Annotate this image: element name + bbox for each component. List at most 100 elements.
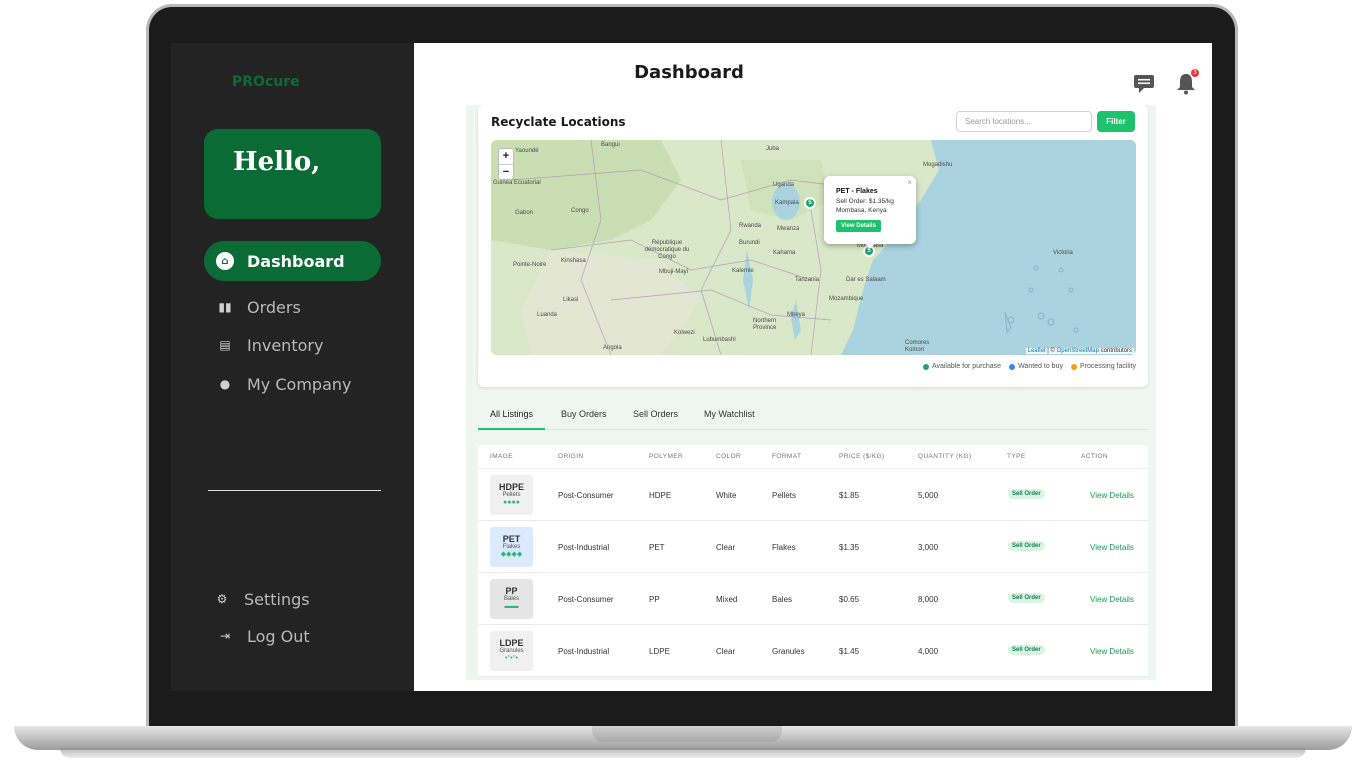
tab-my-watchlist[interactable]: My Watchlist [692, 407, 767, 430]
thumb-polymer: PET [502, 534, 521, 544]
column-header: FORMAT [772, 453, 802, 460]
bar-chart-icon: ▮▮ [218, 300, 232, 314]
search-locations-input[interactable] [956, 111, 1092, 132]
table-row[interactable]: PP Bales ▬▬ Post-Consumer PP Mixed Bales… [478, 573, 1148, 625]
laptop-notch [592, 726, 782, 742]
map-label: Burundi [739, 240, 760, 246]
map-zoom-control: + − [498, 148, 514, 180]
cell-format: Pellets [772, 491, 797, 500]
sidebar-item-label: Log Out [247, 626, 310, 646]
document-icon: ▤ [219, 338, 231, 352]
cell-polymer: LDPE [649, 647, 670, 656]
sidebar-item-orders[interactable]: ▮▮ Orders [204, 287, 381, 327]
cell-quantity: 4,000 [918, 647, 939, 656]
map-label: Mwanza [777, 226, 800, 232]
notification-badge: 3 [1191, 69, 1199, 77]
sidebar-item-label: Settings [244, 589, 310, 609]
popup-view-details-button[interactable]: View Details [836, 220, 881, 232]
popup-location-line: Mombasa, Kenya [836, 207, 887, 214]
legend-label: Wanted to buy [1018, 363, 1063, 370]
popup-order-line: Sell Order: $1.35/kg [836, 198, 894, 205]
notification-bell-icon[interactable]: 3 [1174, 69, 1199, 96]
sidebar-item-label: Inventory [247, 335, 324, 355]
legend-item-processing: Processing facility [1070, 363, 1136, 370]
map-label: Mogadishu [923, 162, 953, 168]
column-header: ACTION [1081, 453, 1108, 460]
popup-close-icon[interactable]: × [907, 178, 912, 187]
laptop-shadow [60, 748, 1306, 758]
column-header: TYPE [1007, 453, 1026, 460]
map-label: Congo [571, 208, 589, 214]
tab-sell-orders[interactable]: Sell Orders [621, 407, 690, 430]
map-label: Comores Komori [905, 340, 930, 353]
popup-title: PET - Flakes [836, 188, 878, 195]
sidebar-divider [208, 490, 381, 491]
column-header: COLOR [716, 453, 742, 460]
cell-format: Bales [772, 595, 793, 604]
recyclate-map[interactable]: + − Bangui Juba Mogadishu Uganda Kampala… [491, 140, 1136, 355]
sidebar-item-logout[interactable]: ⇥ Log Out [204, 616, 381, 656]
listing-thumbnail: LDPE Granules •°•°• [490, 631, 533, 671]
filter-button[interactable]: Filter [1097, 111, 1135, 132]
listing-thumbnail: PET Flakes ◆◆◆◆ [490, 527, 533, 567]
view-details-link[interactable]: View Details [1090, 543, 1134, 552]
map-label: Kalemie [732, 268, 754, 274]
view-details-link[interactable]: View Details [1090, 491, 1134, 500]
cell-origin: Post-Industrial [558, 647, 610, 656]
tab-buy-orders[interactable]: Buy Orders [549, 407, 619, 430]
view-details-link[interactable]: View Details [1090, 595, 1134, 604]
cell-price: $1.35 [839, 543, 860, 552]
map-label: Mbeya [787, 312, 806, 318]
map-marker[interactable]: 5 [804, 197, 816, 209]
map-label: Mozambique [829, 296, 864, 302]
sidebar-item-label: Orders [247, 297, 301, 317]
map-label: Kinshasa [561, 258, 586, 264]
thumb-polymer: HDPE [498, 482, 524, 492]
legend-label: Processing facility [1079, 363, 1136, 370]
map-label: Bangui [601, 142, 620, 148]
map-section-title: Recyclate Locations [491, 115, 626, 129]
map-label: Victoria [1053, 250, 1073, 256]
cell-origin: Post-Industrial [558, 543, 610, 552]
table-row[interactable]: LDPE Granules •°•°• Post-Industrial LDPE… [478, 625, 1148, 677]
cell-color: Clear [716, 647, 736, 656]
map-label: Kahama [773, 250, 796, 256]
sidebar-item-dashboard[interactable]: ⌂ Dashboard [204, 241, 381, 281]
thumb-marks: ◆◆◆◆ [500, 551, 523, 558]
map-label: Lubumbashi [703, 337, 736, 343]
type-badge: Sell Order [1008, 593, 1045, 603]
table-row[interactable]: PET Flakes ◆◆◆◆ Post-Industrial PET Clea… [478, 521, 1148, 573]
map-attribution: Leaflet | © OpenStreetMap contributors [1025, 348, 1134, 354]
popup-tip [865, 243, 875, 249]
column-header: ORIGIN [558, 453, 584, 460]
legend-dot [1009, 363, 1016, 370]
leaflet-link[interactable]: Leaflet [1028, 348, 1046, 354]
zoom-in-button[interactable]: + [499, 149, 513, 164]
table-row[interactable]: HDPE Pellets ●●●● Post-Consumer HDPE Whi… [478, 469, 1148, 521]
app-screen: PROcure Hello, ⌂ Dashboard ▮▮ Orders ▤ I… [171, 43, 1212, 691]
cell-format: Flakes [772, 543, 796, 552]
thumb-marks: •°•°• [505, 655, 518, 662]
message-icon[interactable] [1132, 72, 1156, 96]
attribution-suffix: contributors [1098, 348, 1132, 354]
sidebar-item-my-company[interactable]: ● My Company [204, 364, 381, 404]
zoom-out-button[interactable]: − [499, 164, 513, 179]
map-label: Gabon [515, 210, 534, 216]
osm-link[interactable]: OpenStreetMap [1057, 348, 1099, 354]
cell-polymer: PP [649, 595, 660, 604]
legend-label: Available for purchase [931, 363, 1002, 370]
view-details-link[interactable]: View Details [1090, 647, 1134, 656]
sidebar-item-label: My Company [247, 374, 352, 394]
cell-price: $1.45 [839, 647, 860, 656]
cell-price: $1.85 [839, 491, 860, 500]
tab-all-listings[interactable]: All Listings [478, 407, 546, 430]
legend-item-available: Available for purchase [922, 363, 1002, 370]
type-badge: Sell Order [1008, 645, 1045, 655]
type-badge: Sell Order [1008, 489, 1045, 499]
sidebar-item-inventory[interactable]: ▤ Inventory [204, 325, 381, 365]
legend-item-wanted: Wanted to buy [1009, 363, 1063, 370]
legend-dot [1070, 363, 1077, 370]
sidebar-item-settings[interactable]: ⚙ Settings [201, 579, 378, 619]
map-label: Kampala [775, 200, 799, 206]
map-label: Mbuji-Mayi [659, 269, 689, 275]
